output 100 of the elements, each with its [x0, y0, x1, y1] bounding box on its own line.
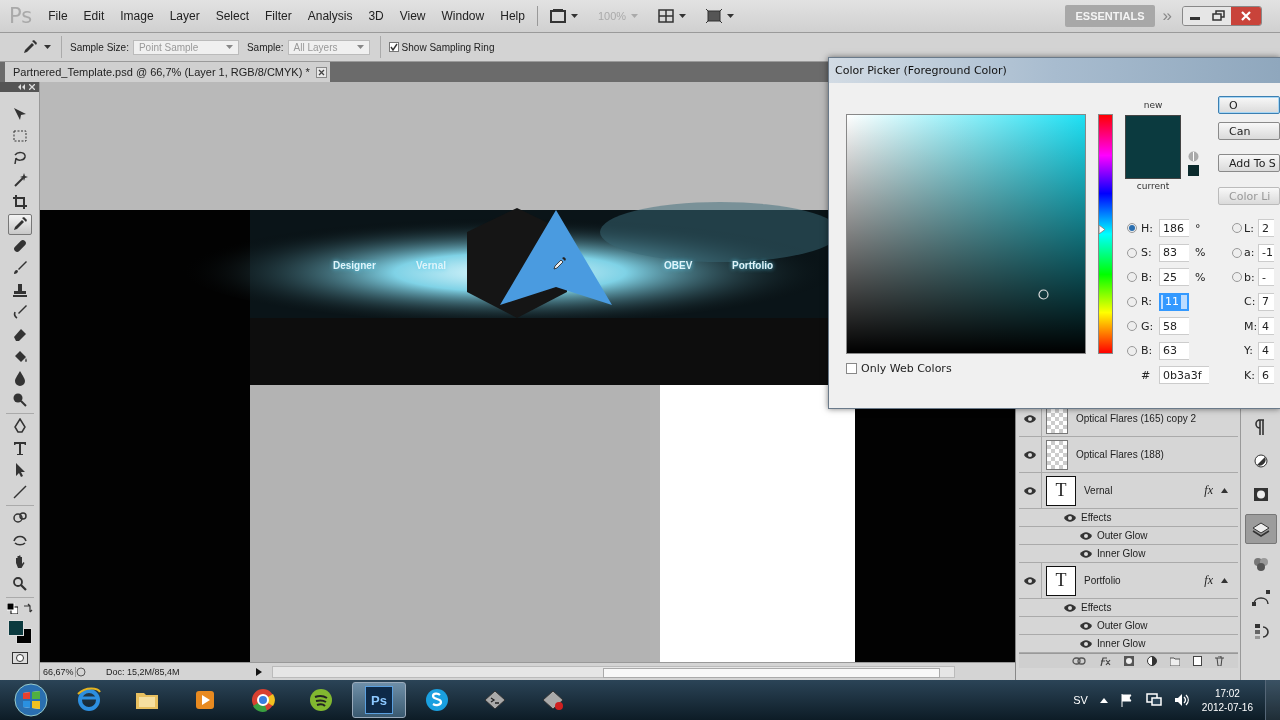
value-field[interactable]: 6 — [1258, 366, 1274, 385]
expand-triangle-icon[interactable] — [1221, 488, 1228, 493]
arrange-icon[interactable] — [658, 9, 675, 23]
menu-item[interactable]: View — [391, 6, 434, 26]
value-field[interactable]: 4 — [1258, 317, 1274, 336]
value-field[interactable]: 2 — [1258, 219, 1274, 238]
zoom-percentage[interactable]: 66,67% — [40, 666, 76, 677]
slider-arrow-icon[interactable] — [1099, 225, 1105, 235]
menu-item[interactable]: Layer — [161, 6, 208, 26]
flag-icon[interactable] — [1119, 693, 1134, 707]
menu-item[interactable]: 3D — [360, 6, 392, 26]
status-icon[interactable] — [76, 666, 86, 677]
value-field[interactable]: 4 — [1258, 341, 1274, 360]
expand-arrow-icon[interactable] — [256, 667, 262, 676]
eye-icon[interactable] — [1023, 413, 1037, 424]
menu-item[interactable]: File — [40, 6, 76, 26]
checkbox[interactable] — [846, 363, 857, 374]
menu-item[interactable]: Help — [492, 6, 533, 26]
eye-icon[interactable] — [1079, 548, 1093, 559]
eyedropper-icon[interactable] — [7, 213, 32, 235]
start-icon[interactable] — [13, 682, 49, 718]
swap-icon[interactable] — [21, 603, 33, 614]
browser-icon[interactable] — [75, 686, 103, 714]
effect-name[interactable]: Outer Glow — [1097, 620, 1148, 631]
eye-icon[interactable] — [1023, 449, 1037, 460]
close-icon[interactable] — [1231, 7, 1261, 25]
eye-icon[interactable] — [1079, 638, 1093, 649]
layer-name[interactable]: Vernal — [1084, 485, 1205, 496]
radio-button[interactable] — [1232, 272, 1242, 283]
dialog-button[interactable]: Can — [1218, 122, 1280, 140]
radio-button[interactable] — [1127, 345, 1137, 356]
effects-label[interactable]: Effects — [1081, 512, 1112, 523]
value-field[interactable]: 25 — [1159, 268, 1189, 287]
screen-mode-icon[interactable] — [706, 9, 723, 23]
eye-icon[interactable] — [1063, 602, 1077, 613]
frame-icon[interactable] — [549, 9, 566, 23]
default-colors-icon[interactable] — [6, 603, 18, 614]
restore-icon[interactable] — [1207, 7, 1231, 25]
fx-icon[interactable] — [1099, 656, 1111, 666]
eye-icon[interactable] — [1079, 530, 1093, 541]
value-field[interactable]: 7 — [1258, 292, 1274, 311]
layer-name[interactable]: Optical Flares (165) copy 2 — [1076, 413, 1228, 424]
radio-button[interactable] — [1232, 247, 1242, 258]
value-field[interactable]: -1 — [1258, 243, 1274, 262]
menu-item[interactable]: Select — [207, 6, 258, 26]
quick-mask-icon[interactable] — [11, 652, 28, 664]
effects-label[interactable]: Effects — [1081, 602, 1112, 613]
value-field[interactable]: - — [1258, 268, 1274, 287]
close-icon[interactable] — [315, 66, 327, 78]
hue-slider[interactable] — [1098, 114, 1113, 354]
scrollbar-thumb[interactable] — [603, 667, 940, 678]
chrome-icon[interactable] — [249, 686, 277, 714]
minimize-icon[interactable] — [1183, 7, 1207, 25]
color-swatches-icon[interactable] — [7, 620, 32, 644]
value-field[interactable]: 186 — [1159, 219, 1189, 238]
effect-name[interactable]: Inner Glow — [1097, 548, 1146, 559]
effect-name[interactable]: Inner Glow — [1097, 638, 1146, 649]
expand-triangle-icon[interactable] — [1221, 578, 1228, 583]
photoshop-taskbar-button[interactable]: Ps — [352, 682, 406, 718]
radio-button[interactable] — [1127, 272, 1137, 283]
layer-name[interactable]: Portfolio — [1084, 575, 1205, 586]
color-marker-icon[interactable] — [1038, 289, 1049, 300]
show-hidden-icon[interactable] — [1099, 697, 1108, 703]
clock-date[interactable]: 2012-07-16 — [1201, 701, 1253, 713]
clock-time[interactable]: 17:02 — [1214, 687, 1240, 699]
eye-icon[interactable] — [1023, 575, 1037, 586]
layer-name[interactable]: Optical Flares (188) — [1076, 449, 1228, 460]
eye-icon[interactable] — [1079, 620, 1093, 631]
value-field[interactable]: 58 — [1159, 317, 1189, 336]
value-field[interactable]: 83 — [1159, 243, 1189, 262]
layers-icon[interactable] — [1244, 514, 1277, 544]
radio-button[interactable] — [1127, 296, 1137, 307]
volume-icon[interactable] — [1173, 693, 1190, 707]
checkbox[interactable] — [388, 42, 399, 52]
network-icon[interactable] — [1145, 693, 1162, 707]
menu-item[interactable]: Image — [112, 6, 162, 26]
radio-button[interactable] — [1232, 223, 1242, 234]
link-icon[interactable] — [1072, 657, 1086, 665]
new-layer-icon[interactable] — [1193, 656, 1202, 666]
chat-icon[interactable] — [423, 686, 451, 714]
mask-icon[interactable] — [1124, 656, 1134, 666]
hex-field[interactable]: 0b3a3f — [1159, 366, 1209, 385]
adjustment-icon[interactable] — [1147, 656, 1157, 666]
menu-item[interactable]: Analysis — [299, 6, 361, 26]
music-icon[interactable] — [307, 686, 335, 714]
dialog-button[interactable]: Add To S — [1218, 154, 1280, 172]
collapse-icon[interactable] — [18, 84, 25, 90]
radio-button[interactable] — [1127, 247, 1137, 258]
trash-icon[interactable] — [1215, 656, 1224, 666]
radio-button[interactable] — [1127, 321, 1137, 332]
menu-item[interactable]: Filter — [257, 6, 300, 26]
value-field[interactable]: 63 — [1159, 341, 1189, 360]
menu-item[interactable]: Edit — [75, 6, 113, 26]
web-safe-swatch-icon[interactable] — [1188, 165, 1199, 176]
language-indicator[interactable]: SV — [1073, 694, 1088, 706]
eye-icon[interactable] — [1023, 485, 1037, 496]
eye-icon[interactable] — [1063, 512, 1077, 523]
menu-item[interactable]: Window — [433, 6, 493, 26]
effect-name[interactable]: Outer Glow — [1097, 530, 1148, 541]
radio-button[interactable] — [1127, 223, 1137, 234]
